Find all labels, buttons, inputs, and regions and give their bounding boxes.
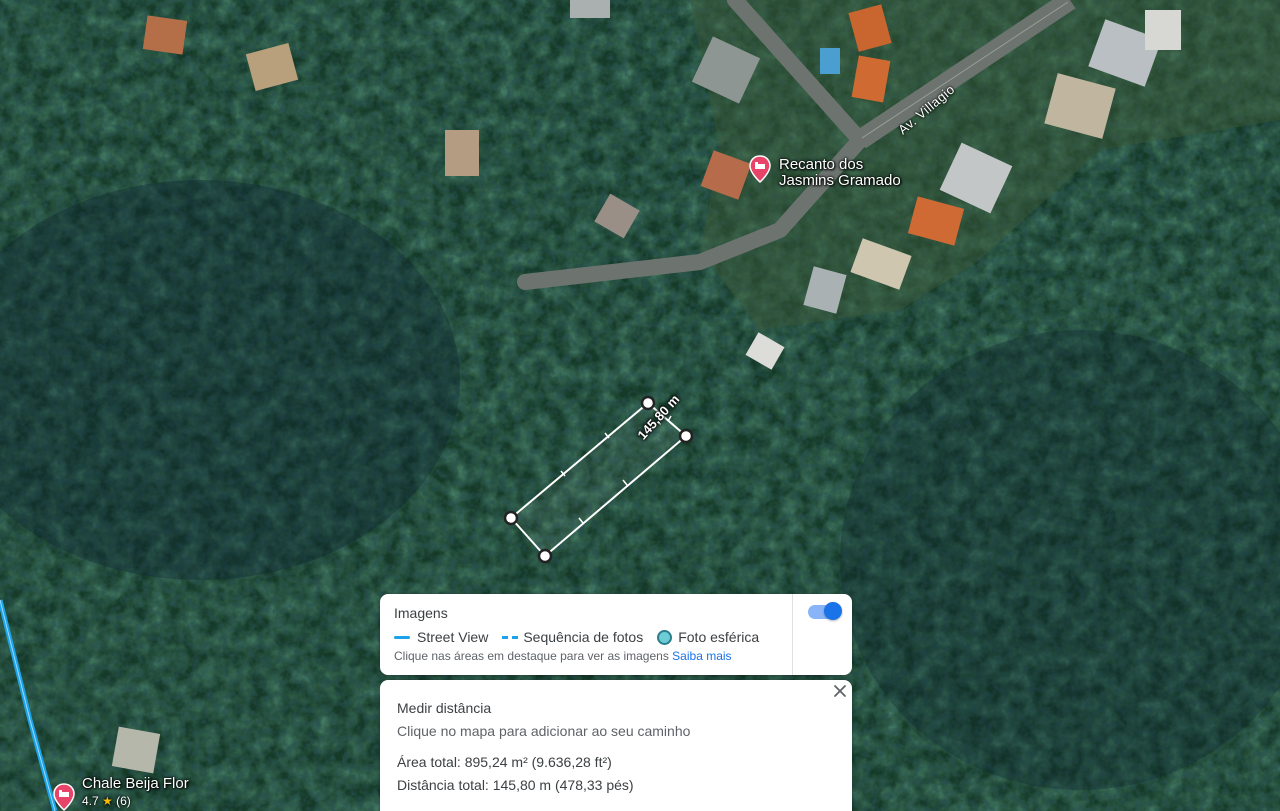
star-icon: ★ bbox=[102, 794, 113, 808]
hotel-pin-icon[interactable] bbox=[53, 783, 75, 811]
dashed-line-icon bbox=[502, 635, 519, 639]
poi-label-line: Jasmins Gramado bbox=[779, 172, 901, 189]
sphere-dot-icon bbox=[657, 629, 673, 645]
close-icon[interactable] bbox=[832, 683, 848, 699]
rating-value: 4.7 bbox=[82, 794, 99, 808]
imagens-hint: Clique nas áreas em destaque para ver as… bbox=[394, 649, 732, 663]
total-area: Área total: 895,24 m² (9.636,28 ft²) bbox=[397, 754, 612, 770]
review-count: (6) bbox=[116, 794, 131, 808]
toggle-knob bbox=[824, 602, 842, 620]
measure-vertex-handle[interactable] bbox=[503, 510, 519, 526]
measure-hint: Clique no mapa para adicionar ao seu cam… bbox=[397, 723, 691, 739]
imagens-toggle[interactable] bbox=[808, 602, 842, 620]
legend-label: Street View bbox=[417, 629, 489, 645]
measure-vertex-handle[interactable] bbox=[678, 428, 694, 444]
measure-title: Medir distância bbox=[397, 700, 492, 716]
imagens-panel: Imagens Street View Sequência de fotos F… bbox=[380, 594, 852, 675]
imagens-legend: Street View Sequência de fotos Foto esfé… bbox=[394, 629, 773, 645]
measure-vertex-handle[interactable] bbox=[640, 395, 656, 411]
legend-label: Foto esférica bbox=[678, 629, 760, 645]
measure-distance-panel: Medir distância Clique no mapa para adic… bbox=[380, 680, 852, 811]
legend-street-view: Street View bbox=[394, 629, 488, 645]
poi-label-chale[interactable]: Chale Beija Flor bbox=[82, 776, 189, 792]
legend-label: Sequência de fotos bbox=[523, 629, 644, 645]
hotel-pin-icon[interactable] bbox=[749, 155, 771, 183]
poi-label-line: Recanto dos bbox=[779, 156, 864, 173]
imagens-title: Imagens bbox=[394, 605, 448, 621]
learn-more-link[interactable]: Saiba mais bbox=[672, 649, 731, 663]
panel-divider bbox=[792, 594, 793, 675]
measure-vertex-handle[interactable] bbox=[537, 548, 553, 564]
total-distance: Distância total: 145,80 m (478,33 pés) bbox=[397, 777, 634, 793]
poi-rating: 4.7 ★ (6) bbox=[82, 794, 131, 808]
solid-line-icon bbox=[394, 635, 410, 639]
poi-label-recanto[interactable]: Recanto dos Jasmins Gramado bbox=[779, 157, 901, 189]
hint-text: Clique nas áreas em destaque para ver as… bbox=[394, 649, 669, 663]
legend-spherical-photo: Foto esférica bbox=[657, 629, 759, 645]
legend-photo-sequence: Sequência de fotos bbox=[502, 629, 643, 645]
